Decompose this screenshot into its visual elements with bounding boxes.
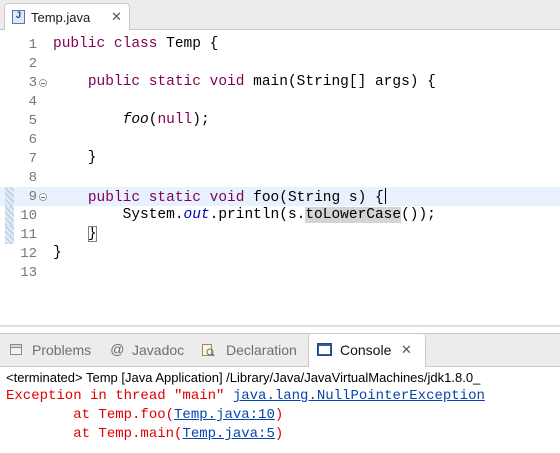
console-output[interactable]: <terminated> Temp [Java Application] /Li… [0,367,560,453]
code-line[interactable]: 9 public static void foo(String s) { [0,187,560,206]
text-caret [384,188,386,204]
editor-tab-label: Temp.java [31,10,91,25]
code-text: public class Temp { [53,36,219,52]
line-number: 10 [20,208,37,224]
code-line[interactable]: 2 [0,54,560,73]
console-icon [317,343,332,356]
stack-trace-link[interactable]: java.lang.NullPointerException [233,388,485,404]
code-line[interactable]: 7 } [0,149,560,168]
tab-javadoc-label: Javadoc [132,342,185,358]
code-text: System.out.println(s.toLowerCase()); [53,207,436,223]
code-text: } [87,226,97,242]
javadoc-icon: @ [110,341,125,357]
code-line[interactable]: 12} [0,244,560,263]
code-line[interactable]: 5 foo(null); [0,111,560,130]
line-number: 13 [20,265,37,281]
line-number: 3 [28,75,37,91]
code-editor[interactable]: 1 public class Temp {2 3 public static voi… [0,30,560,327]
line-number: 11 [20,227,37,243]
code-text: public static void foo(String s) { [87,188,386,206]
tab-problems-label: Problems [32,342,92,358]
tab-declaration-label: Declaration [226,342,297,358]
code-text: foo(null); [122,112,210,128]
tab-problems[interactable]: Problems [0,334,104,367]
code-text: } [53,150,97,166]
collapse-icon[interactable] [39,79,47,87]
tab-console-label: Console [340,342,392,358]
editor-horizontal-scrollbar[interactable] [0,325,560,327]
line-number: 4 [28,94,37,110]
tab-console[interactable]: Console ✕ [308,334,426,368]
console-line: at Temp.main(Temp.java:5) [6,426,284,442]
tab-declaration[interactable]: Declaration [192,334,308,367]
collapse-icon[interactable] [39,193,47,201]
code-line[interactable]: 6 [0,130,560,149]
tab-javadoc[interactable]: @ Javadoc [104,334,192,367]
line-number: 12 [20,246,37,262]
code-line[interactable]: 8 [0,168,560,187]
line-number: 5 [28,113,37,129]
code-line[interactable]: 3 public static void main(String[] args)… [0,73,560,92]
line-number: 1 [28,37,37,53]
java-file-icon: J [12,10,25,24]
view-tab-bar: Problems @ Javadoc Declaration Console ✕ [0,333,560,368]
code-text: } [53,245,62,261]
code-line[interactable]: 11 } [0,225,560,244]
console-process-header: <terminated> Temp [Java Application] /Li… [6,370,481,385]
console-line: Exception in thread "main" java.lang.Nul… [6,388,485,404]
line-number: 8 [28,170,37,186]
code-line[interactable]: 10 System.out.println(s.toLowerCase()); [0,206,560,225]
editor-tab-bar: J Temp.java ✕ [0,0,560,30]
close-icon[interactable]: ✕ [401,342,412,358]
code-line[interactable]: 4 [0,92,560,111]
line-number: 2 [28,56,37,72]
declaration-icon [201,343,215,357]
line-number: 7 [28,151,37,167]
line-number: 9 [28,189,37,205]
code-line[interactable]: 13 [0,263,560,282]
problems-icon [9,343,23,356]
console-line: at Temp.foo(Temp.java:10) [6,407,284,423]
line-number: 6 [28,132,37,148]
editor-tab-temp-java[interactable]: J Temp.java ✕ [4,3,130,30]
code-text: public static void main(String[] args) { [87,74,436,90]
stack-trace-link[interactable]: Temp.java:10 [174,407,275,423]
stack-trace-link[interactable]: Temp.java:5 [182,426,274,442]
code-line[interactable]: 1 public class Temp { [0,35,560,54]
close-icon[interactable]: ✕ [111,9,122,24]
